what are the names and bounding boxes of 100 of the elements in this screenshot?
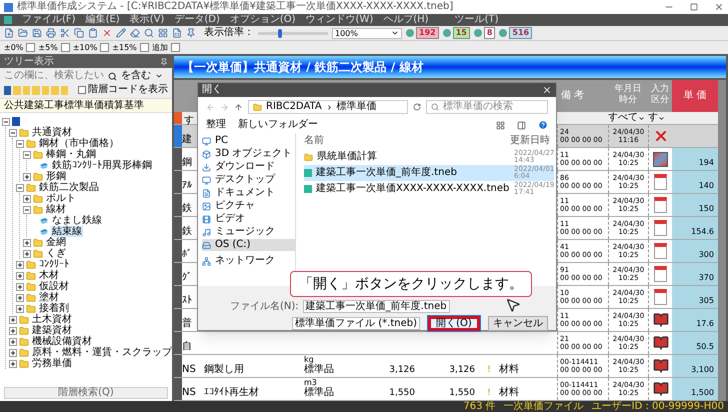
nav-item[interactable]: ビデオ (202, 213, 295, 225)
path-segment[interactable]: RIBC2DATA (266, 101, 322, 113)
expand-box-icon[interactable] (23, 238, 31, 246)
open-button[interactable]: 開く(O) (428, 316, 480, 331)
expand-box-icon[interactable] (9, 348, 17, 356)
tree-item[interactable]: ボルト (45, 193, 77, 204)
tree-item[interactable]: 建築資材 (31, 325, 73, 336)
tree-item[interactable]: 棒鋼・丸鋼 (45, 149, 97, 160)
expand-box-icon[interactable] (23, 194, 31, 202)
nav-item[interactable]: OS (C:) (202, 239, 295, 251)
tree-item[interactable]: くぎ (45, 248, 67, 259)
view-icon[interactable] (496, 120, 505, 130)
tree-item[interactable]: なまし鉄線 (51, 215, 103, 226)
collapse-box-icon[interactable] (2, 118, 10, 126)
collapse-box-icon[interactable] (9, 128, 17, 136)
toolbar-icon[interactable] (60, 28, 70, 38)
filter-dropdown[interactable]: す (182, 115, 194, 126)
toolbar-icon[interactable] (144, 28, 154, 38)
toolbar-icon[interactable] (116, 28, 126, 38)
preview-pane-icon[interactable] (517, 120, 526, 130)
search-icon[interactable] (108, 72, 117, 80)
menu-item[interactable]: ヘルプ(H) (383, 14, 429, 26)
nav-item[interactable]: ミュージック (202, 226, 295, 238)
zoom-slider[interactable] (258, 32, 328, 34)
toolbar-icon[interactable] (130, 28, 140, 38)
collapse-box-icon[interactable] (23, 150, 31, 158)
close-icon[interactable] (542, 85, 552, 95)
tree-item[interactable]: 鉄筋ｺﾝｸﾘｰﾄ用異形棒鋼 (51, 160, 153, 171)
tree-item[interactable]: 労務単価 (31, 358, 73, 369)
expand-box-icon[interactable] (16, 272, 24, 280)
nav-item[interactable]: ドキュメント (202, 187, 295, 199)
tree-item[interactable]: 金網 (45, 237, 67, 248)
nav-item[interactable]: デスクトップ (202, 174, 295, 186)
expand-box-icon[interactable] (23, 250, 31, 258)
expand-box-icon[interactable] (9, 338, 17, 346)
expand-box-icon[interactable] (16, 260, 24, 268)
tree-item[interactable]: 鋼材（市中価格） (38, 138, 120, 149)
maximize-icon[interactable] (690, 3, 698, 11)
toolbar-icon[interactable] (88, 28, 98, 38)
expand-box-icon[interactable] (16, 304, 24, 312)
tree-item[interactable]: 原料・燃料・運賃・スクラップ (31, 347, 172, 358)
caret-icon[interactable] (155, 72, 163, 80)
match-mode-dropdown[interactable]: を含む (121, 70, 151, 82)
tree-item[interactable]: 形鋼 (45, 171, 67, 182)
address-bar[interactable]: RIBC2DATA 標準単価 (248, 100, 408, 114)
tree-item[interactable]: ｺﾝｸﾘｰﾄ (38, 259, 70, 270)
toolbar-icon[interactable] (74, 28, 84, 38)
menu-item[interactable]: オプション(O) (230, 14, 296, 26)
menu-item[interactable]: 表示(V) (130, 14, 164, 26)
vertical-scrollbar[interactable] (718, 80, 726, 401)
nav-item[interactable]: ネットワーク (202, 255, 295, 267)
nav-item[interactable]: ダウンロード (202, 161, 295, 173)
expand-box-icon[interactable] (23, 172, 31, 180)
caret-icon[interactable] (638, 114, 645, 122)
tree-item[interactable]: 結束線 (51, 226, 83, 237)
collapse-box-icon[interactable] (23, 206, 31, 214)
toolbar-icon[interactable] (32, 28, 42, 38)
toolbar-icon[interactable] (46, 28, 56, 38)
refresh-icon[interactable] (413, 103, 421, 111)
tree-item[interactable]: 木材 (38, 270, 60, 281)
percent-button[interactable] (26, 43, 36, 52)
menu-item[interactable]: 編集(E) (86, 14, 120, 26)
toolbar-icon[interactable] (186, 28, 196, 38)
expand-box-icon[interactable] (9, 316, 17, 324)
tree-item[interactable]: 線材 (45, 204, 67, 215)
filter-dropdown[interactable]: すべて (608, 112, 648, 124)
nav-item[interactable]: ピクチャ (202, 200, 295, 212)
pin-icon[interactable] (160, 58, 168, 66)
toolbar-icon[interactable] (172, 28, 182, 38)
tree-item[interactable]: 接着剤 (38, 303, 70, 314)
expand-box-icon[interactable] (9, 326, 17, 334)
toolbar-icon[interactable] (102, 28, 112, 38)
caret-icon[interactable] (658, 114, 665, 122)
tree-item[interactable]: 機械設備資材 (31, 336, 93, 347)
organize-menu[interactable]: 整理 (206, 119, 226, 131)
menu-item[interactable]: ファイル(F) (22, 14, 76, 26)
cancel-button[interactable]: キャンセル (488, 316, 548, 331)
search-field[interactable]: この欄に、検索したい (4, 70, 104, 82)
collapse-box-icon[interactable] (16, 140, 24, 148)
tree-item[interactable]: 鉄筋二次製品 (38, 182, 100, 193)
percent-button[interactable] (60, 43, 70, 52)
percent-button[interactable] (140, 43, 149, 52)
tree-item[interactable]: 塗材 (38, 292, 60, 303)
nav-item[interactable]: 3D オブジェクト (202, 148, 295, 160)
caret-icon[interactable] (391, 29, 399, 37)
percent-button[interactable] (170, 43, 180, 52)
expand-box-icon[interactable] (16, 282, 24, 290)
search-field[interactable]: 標準単価の検索 (426, 100, 548, 114)
tree-item[interactable]: 土木資材 (31, 314, 73, 325)
percent-button[interactable] (100, 43, 110, 52)
collapse-box-icon[interactable] (16, 184, 24, 192)
expand-box-icon[interactable] (16, 294, 24, 302)
toolbar-icon[interactable] (4, 28, 14, 38)
checkbox[interactable] (78, 86, 86, 94)
filter-dropdown[interactable]: す (648, 112, 672, 124)
tree-item[interactable]: 共通資材 (31, 127, 73, 138)
toolbar-icon[interactable] (18, 28, 28, 38)
menu-item[interactable]: ウィンドウ(W) (306, 14, 374, 26)
menu-item[interactable]: ツール(T) (454, 14, 498, 26)
help-icon[interactable] (538, 120, 548, 130)
